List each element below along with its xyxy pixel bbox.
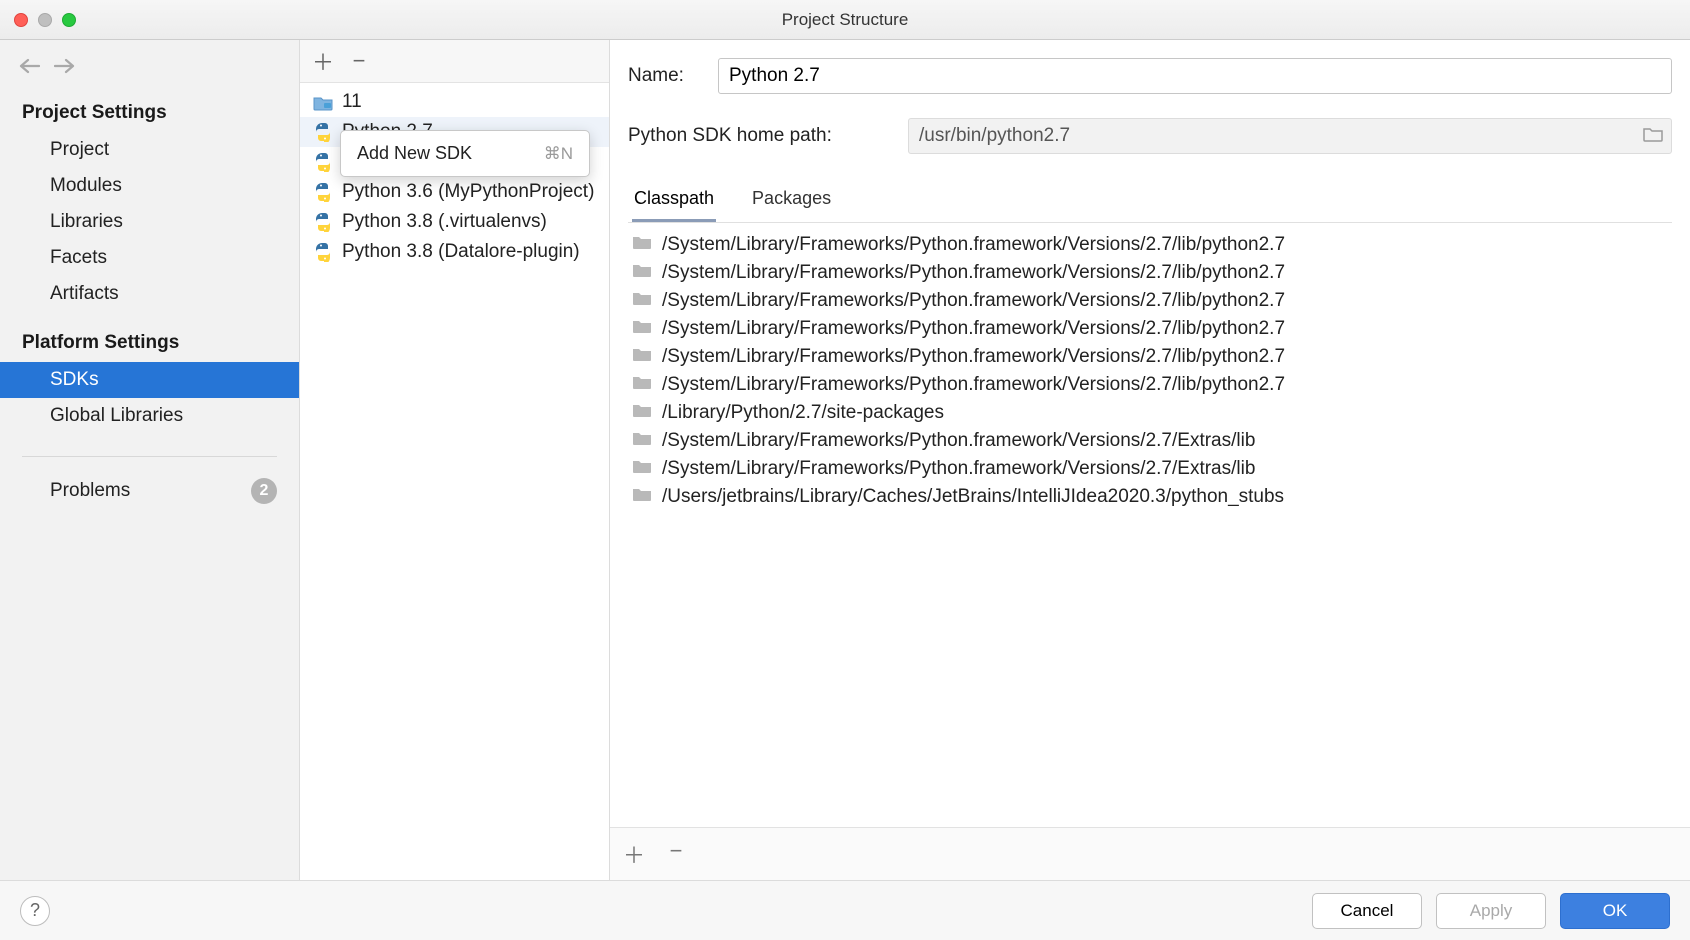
classpath-row[interactable]: /System/Library/Frameworks/Python.framew…: [628, 371, 1672, 399]
python-icon: [312, 151, 334, 173]
classpath-path: /System/Library/Frameworks/Python.framew…: [662, 262, 1285, 284]
problems-count-badge: 2: [251, 478, 277, 504]
classpath-path: /System/Library/Frameworks/Python.framew…: [662, 346, 1285, 368]
folder-icon: [632, 290, 652, 312]
problems-label: Problems: [50, 480, 130, 502]
sdk-row[interactable]: Python 3.8 (Datalore-plugin): [300, 237, 609, 267]
section-platform-settings: Platform Settings: [0, 326, 299, 360]
section-project-settings: Project Settings: [0, 96, 299, 130]
sidebar: Project Settings ProjectModulesLibraries…: [0, 40, 300, 880]
classpath-path: /Library/Python/2.7/site-packages: [662, 402, 944, 424]
remove-sdk-button[interactable]: −: [344, 46, 374, 76]
folder-icon: [632, 402, 652, 424]
window-close-icon[interactable]: [14, 13, 28, 27]
name-label: Name:: [628, 65, 698, 87]
sdk-row-label: Python 3.8 (Datalore-plugin): [342, 241, 580, 263]
add-classpath-button[interactable]: ＋: [622, 838, 646, 870]
remove-classpath-button[interactable]: −: [664, 838, 688, 870]
add-sdk-button[interactable]: ＋: [308, 46, 338, 76]
folder-icon: [632, 318, 652, 340]
sdk-list[interactable]: 11Python 2.7Python 3.6 (Datalore-plugin)…: [300, 83, 609, 880]
sidebar-item-global-libraries[interactable]: Global Libraries: [0, 398, 299, 434]
classpath-path: /System/Library/Frameworks/Python.framew…: [662, 374, 1285, 396]
ok-button[interactable]: OK: [1560, 893, 1670, 929]
classpath-row[interactable]: /System/Library/Frameworks/Python.framew…: [628, 287, 1672, 315]
sdk-row[interactable]: 11: [300, 87, 609, 117]
window-title: Project Structure: [0, 10, 1690, 30]
folder-icon: [632, 486, 652, 508]
sidebar-item-libraries[interactable]: Libraries: [0, 204, 299, 240]
sdk-path-input[interactable]: [919, 125, 1643, 147]
menu-shortcut: ⌘N: [544, 144, 573, 164]
sidebar-item-modules[interactable]: Modules: [0, 168, 299, 204]
menu-add-new-sdk[interactable]: Add New SDK ⌘N: [341, 137, 589, 170]
folder-icon: [632, 374, 652, 396]
sidebar-item-artifacts[interactable]: Artifacts: [0, 276, 299, 312]
folder-icon: [632, 430, 652, 452]
classpath-path: /System/Library/Frameworks/Python.framew…: [662, 318, 1285, 340]
sdk-row-label: 11: [342, 91, 362, 113]
sdk-details: Name: Python SDK home path: Classpath Pac…: [610, 40, 1690, 880]
sdk-list-pane: ＋ − 11Python 2.7Python 3.6 (Datalore-plu…: [300, 40, 610, 880]
sdk-toolbar: ＋ −: [300, 40, 609, 83]
browse-folder-icon[interactable]: [1643, 126, 1663, 146]
classpath-path: /System/Library/Frameworks/Python.framew…: [662, 430, 1255, 452]
help-button[interactable]: ?: [20, 896, 50, 926]
sdk-row-label: Python 3.8 (.virtualenvs): [342, 211, 547, 233]
sidebar-item-project[interactable]: Project: [0, 132, 299, 168]
tab-packages[interactable]: Packages: [750, 178, 833, 222]
classpath-row[interactable]: /Users/jetbrains/Library/Caches/JetBrain…: [628, 483, 1672, 511]
forward-arrow-icon[interactable]: [54, 58, 76, 78]
sidebar-item-sdks[interactable]: SDKs: [0, 362, 299, 398]
jdk-folder-icon: [312, 91, 334, 113]
sdk-tabs: Classpath Packages: [628, 178, 1672, 223]
sidebar-item-facets[interactable]: Facets: [0, 240, 299, 276]
path-label: Python SDK home path:: [628, 125, 888, 147]
folder-icon: [632, 458, 652, 480]
classpath-path: /System/Library/Frameworks/Python.framew…: [662, 234, 1285, 256]
sdk-row-label: Python 3.6 (MyPythonProject): [342, 181, 594, 203]
cancel-button[interactable]: Cancel: [1312, 893, 1422, 929]
sdk-row[interactable]: Python 3.8 (.virtualenvs): [300, 207, 609, 237]
classpath-row[interactable]: /Library/Python/2.7/site-packages: [628, 399, 1672, 427]
dialog-footer: ? Cancel Apply OK: [0, 880, 1690, 940]
window-zoom-icon[interactable]: [62, 13, 76, 27]
sdk-row[interactable]: Python 3.6 (MyPythonProject): [300, 177, 609, 207]
folder-icon: [632, 234, 652, 256]
classpath-row[interactable]: /System/Library/Frameworks/Python.framew…: [628, 455, 1672, 483]
classpath-row[interactable]: /System/Library/Frameworks/Python.framew…: [628, 315, 1672, 343]
classpath-path: /Users/jetbrains/Library/Caches/JetBrain…: [662, 486, 1284, 508]
context-menu: Add New SDK ⌘N: [340, 130, 590, 177]
classpath-path: /System/Library/Frameworks/Python.framew…: [662, 458, 1255, 480]
classpath-toolbar: ＋ −: [610, 827, 1690, 880]
classpath-row[interactable]: /System/Library/Frameworks/Python.framew…: [628, 427, 1672, 455]
classpath-list[interactable]: /System/Library/Frameworks/Python.framew…: [628, 223, 1672, 827]
titlebar: Project Structure: [0, 0, 1690, 40]
sdk-name-input[interactable]: [718, 58, 1672, 94]
window-minimize-icon[interactable]: [38, 13, 52, 27]
python-icon: [312, 211, 334, 233]
classpath-path: /System/Library/Frameworks/Python.framew…: [662, 290, 1285, 312]
classpath-row[interactable]: /System/Library/Frameworks/Python.framew…: [628, 259, 1672, 287]
apply-button[interactable]: Apply: [1436, 893, 1546, 929]
python-icon: [312, 241, 334, 263]
tab-classpath[interactable]: Classpath: [632, 178, 716, 222]
python-icon: [312, 181, 334, 203]
classpath-row[interactable]: /System/Library/Frameworks/Python.framew…: [628, 343, 1672, 371]
classpath-row[interactable]: /System/Library/Frameworks/Python.framew…: [628, 231, 1672, 259]
folder-icon: [632, 346, 652, 368]
python-icon: [312, 121, 334, 143]
sidebar-item-problems[interactable]: Problems 2: [0, 471, 299, 511]
back-arrow-icon[interactable]: [18, 58, 40, 78]
menu-label: Add New SDK: [357, 143, 472, 164]
folder-icon: [632, 262, 652, 284]
